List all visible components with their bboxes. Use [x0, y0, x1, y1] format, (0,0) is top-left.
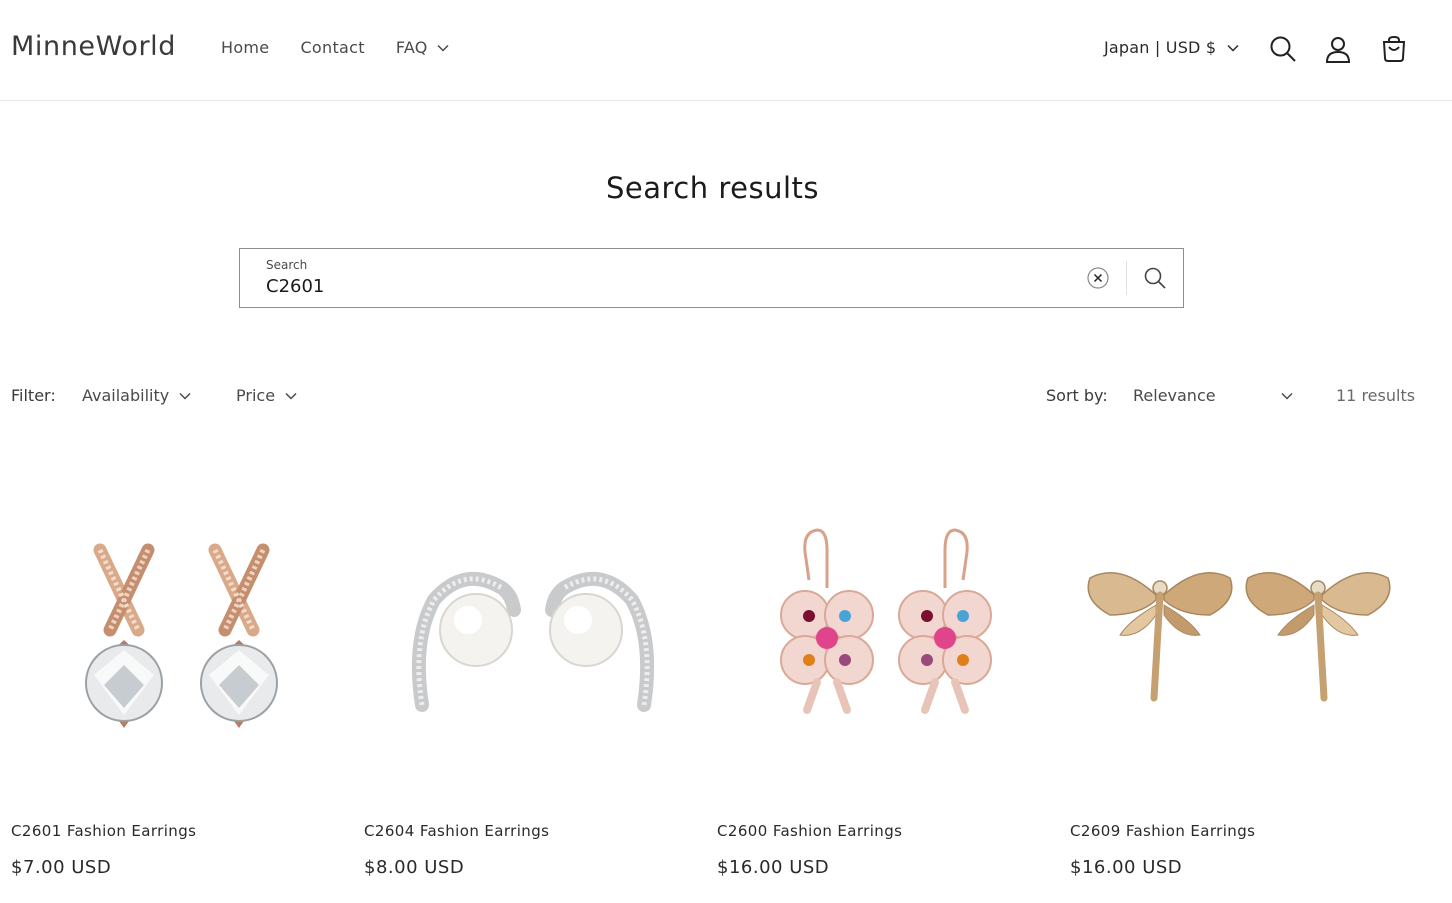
product-price: $16.00 USD	[1070, 857, 1183, 878]
product-price: $16.00 USD	[717, 857, 830, 878]
search-divider	[1126, 261, 1127, 295]
nav-faq[interactable]: FAQ	[396, 38, 449, 57]
search-input[interactable]	[266, 276, 1066, 297]
filter-sort-bar: Filter: Availability Price Sort by: Rele…	[11, 386, 1431, 410]
chevron-down-icon	[1281, 392, 1293, 400]
search-icon[interactable]	[1268, 34, 1298, 64]
page-title: Search results	[605, 171, 819, 205]
product-price: $8.00 USD	[364, 857, 465, 878]
nav-home-label: Home	[221, 38, 270, 57]
product-image[interactable]	[1070, 470, 1408, 808]
search-form: Search	[239, 248, 1184, 308]
nav-contact[interactable]: Contact	[300, 38, 364, 57]
site-header: MinneWorld Home Contact FAQ Japan | USD …	[0, 0, 1452, 101]
product-title[interactable]: C2609 Fashion Earrings	[1070, 822, 1255, 840]
chevron-down-icon	[437, 44, 449, 52]
nav-home[interactable]: Home	[221, 38, 269, 57]
filter-availability[interactable]: Availability	[82, 386, 191, 405]
chevron-down-icon	[179, 392, 191, 400]
chevron-down-icon	[1227, 44, 1239, 52]
clear-search-icon[interactable]	[1086, 266, 1110, 290]
product-card[interactable]: C2600 Fashion Earrings $16.00 USD	[717, 470, 1055, 878]
country-currency-selector[interactable]: Japan | USD $	[1104, 38, 1239, 57]
product-image[interactable]	[11, 470, 349, 808]
site-logo[interactable]: MinneWorld	[11, 31, 176, 62]
cart-icon[interactable]	[1379, 34, 1409, 64]
filter-availability-label: Availability	[82, 386, 170, 405]
search-label: Search	[266, 258, 308, 272]
product-title[interactable]: C2601 Fashion Earrings	[11, 822, 196, 840]
results-count: 11 results	[1336, 386, 1416, 405]
main-nav: Home Contact FAQ	[221, 38, 480, 57]
header-actions: Japan | USD $	[1052, 30, 1452, 70]
sort-value: Relevance	[1133, 386, 1216, 405]
nav-faq-label: FAQ	[395, 38, 428, 57]
filter-price[interactable]: Price	[236, 386, 297, 405]
product-card[interactable]: C2604 Fashion Earrings $8.00 USD	[364, 470, 702, 878]
product-price: $7.00 USD	[11, 857, 112, 878]
account-icon[interactable]	[1323, 34, 1353, 64]
product-title[interactable]: C2604 Fashion Earrings	[364, 822, 549, 840]
nav-contact-label: Contact	[300, 38, 365, 57]
search-submit-icon[interactable]	[1142, 265, 1168, 291]
product-card[interactable]: C2609 Fashion Earrings $16.00 USD	[1070, 470, 1408, 878]
sort-select[interactable]: Relevance	[1133, 386, 1293, 405]
locale-label: Japan | USD $	[1104, 38, 1217, 57]
product-image[interactable]	[364, 470, 702, 808]
sort-label: Sort by:	[1046, 386, 1108, 405]
chevron-down-icon	[285, 392, 297, 400]
product-card[interactable]: C2601 Fashion Earrings $7.00 USD	[11, 470, 349, 878]
filter-label: Filter:	[11, 386, 56, 405]
product-title[interactable]: C2600 Fashion Earrings	[717, 822, 902, 840]
filter-price-label: Price	[236, 386, 276, 405]
product-image[interactable]	[717, 470, 1055, 808]
